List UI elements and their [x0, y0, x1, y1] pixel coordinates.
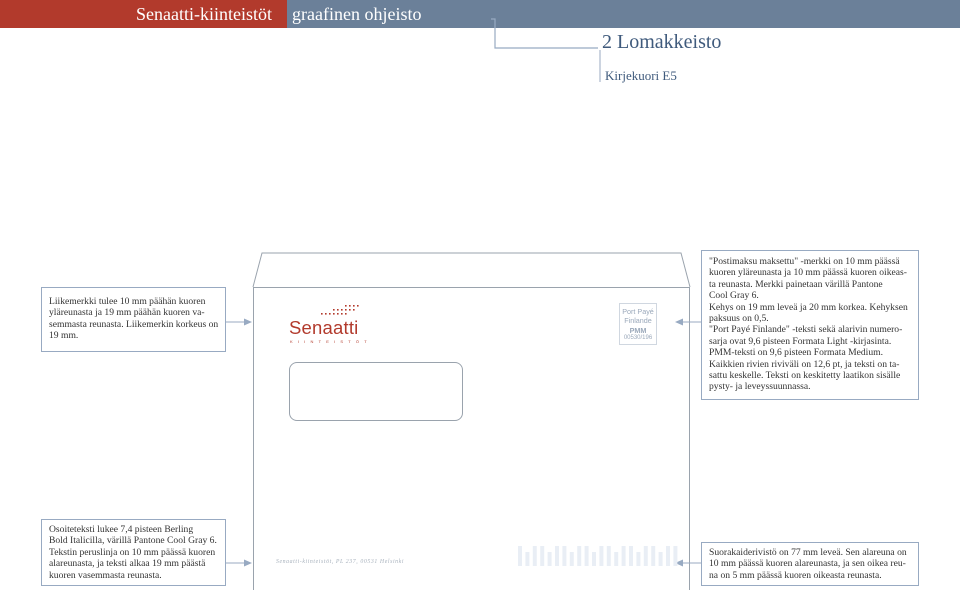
- section-title: 2 Lomakkeisto: [602, 31, 722, 53]
- logo-wordmark: Senaatti: [289, 317, 359, 338]
- address-window: [289, 362, 463, 421]
- annotation-address-line: kuoren vasemmasta reunasta.: [49, 569, 162, 581]
- annotation-address-line: alareunasta, ja teksti alkaa 19 mm pääst…: [49, 558, 206, 570]
- arrow-head-logo: [244, 318, 252, 326]
- annotation-logo-line: semmasta reunasta. Liikemerkin korkeus o…: [49, 318, 219, 330]
- postage-line-port-paye: Port Payé: [622, 307, 654, 316]
- annotation-barcode-line: 10 mm päässä kuoren alareunasta, ja sen …: [709, 558, 906, 570]
- postage-mark: Port Payé Finlande PMM 00530/196: [619, 303, 657, 345]
- logo-subline: KIINTEISTÖT: [290, 339, 372, 344]
- annotation-logo-line: 19 mm.: [49, 330, 79, 342]
- envelope-return-address: Senaatti-kiinteistöt, PL 237, 00531 Hels…: [276, 559, 405, 565]
- annotation-barcode: Suorakaiderivistö on 77 mm leveä. Sen al…: [701, 542, 919, 586]
- annotation-logo-line: yläreunasta ja 19 mm päähän kuoren va-: [49, 307, 205, 319]
- annotation-logo: Liikemerkki tulee 10 mm päähän kuoren yl…: [41, 287, 226, 352]
- annotation-barcode-line: na on 5 mm päässä kuoren oikeasta reunas…: [709, 569, 882, 581]
- annotation-postage-line: paksuus on 0,5.: [709, 313, 769, 325]
- annotation-postage-line: pysty- ja leveyssuunnassa.: [709, 381, 811, 393]
- annotation-postage-line: "Postimaksu maksettu" -merkki on 10 mm p…: [709, 256, 900, 267]
- annotation-barcode-line: Suorakaiderivistö on 77 mm leveä. Sen al…: [709, 547, 907, 558]
- header-brand-title: Senaatti-kiinteistöt: [136, 4, 272, 24]
- logo-dots-icon: [321, 305, 359, 315]
- section-subtitle: Kirjekuori E5: [605, 68, 677, 83]
- envelope-flap: [252, 252, 691, 288]
- annotation-postage-line: Cool Gray 6.: [709, 290, 759, 302]
- postage-line-finlande: Finlande: [624, 316, 652, 325]
- annotation-postage-line: ta reunasta. Merkki painetaan värillä Pa…: [709, 278, 883, 290]
- annotation-address-line: Bold Italicilla, värillä Pantone Cool Gr…: [49, 535, 217, 547]
- annotation-logo-line: Liikemerkki tulee 10 mm päähän kuoren: [49, 296, 206, 307]
- annotation-postage-line: PMM-teksti on 9,6 pisteen Formata Medium…: [709, 347, 884, 359]
- annotation-postage-line: "Port Payé Finlande" -teksti sekä alariv…: [709, 324, 903, 336]
- header-guide-title: graafinen ohjeisto: [292, 4, 422, 24]
- annotation-postage-line: sattu keskelle. Teksti on keskitetty laa…: [709, 370, 901, 382]
- annotation-postage-line: kuoren yläreunasta ja 10 mm päässä kuore…: [709, 267, 907, 279]
- annotation-postage-line: Kehys on 19 mm leveä ja 20 mm korkea. Ke…: [709, 301, 908, 313]
- annotation-address: Osoiteteksti lukee 7,4 pisteen Berling B…: [41, 519, 226, 586]
- annotation-address-line: Osoiteteksti lukee 7,4 pisteen Berling: [49, 524, 194, 535]
- postage-line-pmm: PMM: [629, 326, 647, 335]
- annotation-postage: "Postimaksu maksettu" -merkki on 10 mm p…: [701, 250, 919, 400]
- annotation-postage-line: Kaikkien rivien riviväli on 12,6 pt, ja …: [709, 358, 900, 370]
- envelope-logo: Senaatti KIINTEISTÖT: [289, 305, 367, 345]
- annotation-address-line: Tekstin peruslinja on 10 mm päässä kuore…: [49, 546, 216, 558]
- annotation-postage-line: sarja ovat 9,6 pisteen Formata Light -ki…: [709, 335, 892, 347]
- arrow-head-address: [244, 559, 252, 567]
- postage-line-number: 00530/196: [623, 335, 653, 341]
